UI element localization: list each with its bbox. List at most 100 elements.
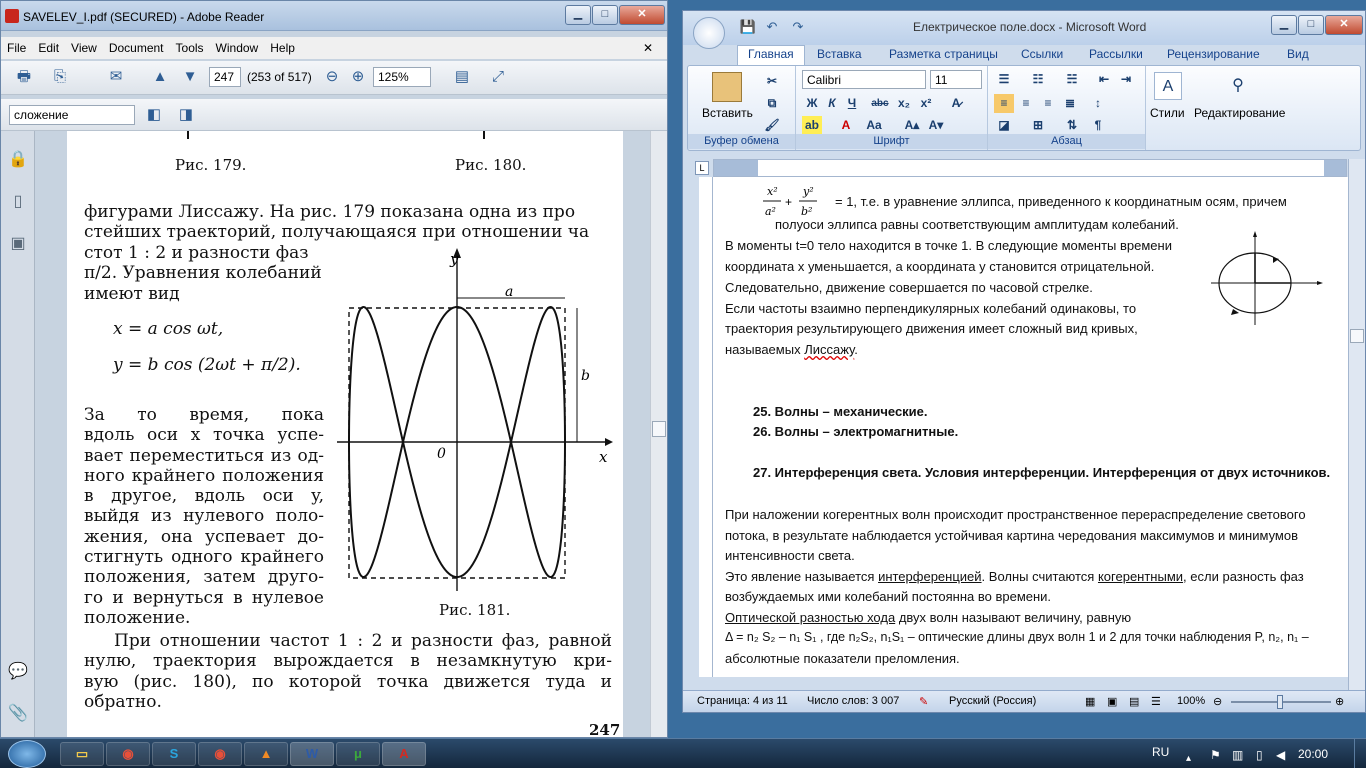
- utorrent-taskbar-icon[interactable]: μ: [336, 742, 380, 766]
- undo-icon[interactable]: ↶: [761, 17, 783, 37]
- font-name-select[interactable]: Calibri: [802, 70, 926, 89]
- decrease-indent-icon[interactable]: ⇤: [1094, 70, 1114, 89]
- status-word-count[interactable]: Число слов: 3 007: [807, 695, 899, 707]
- save-icon[interactable]: 💾: [737, 17, 759, 37]
- styles-icon[interactable]: A: [1154, 72, 1182, 100]
- multilevel-list-icon[interactable]: ☵: [1062, 70, 1082, 89]
- redo-icon[interactable]: ↷: [787, 17, 809, 37]
- tab-view[interactable]: Вид: [1287, 47, 1309, 61]
- justify-icon[interactable]: ≣: [1060, 94, 1080, 113]
- line-spacing-icon[interactable]: ↕: [1088, 94, 1108, 113]
- battery-icon[interactable]: ▯: [1256, 748, 1263, 762]
- explorer-taskbar-icon[interactable]: ▭: [60, 742, 104, 766]
- previous-page-icon[interactable]: ▲: [149, 67, 171, 87]
- close-icon[interactable]: ✕: [1325, 15, 1363, 35]
- bold-icon[interactable]: Ж: [802, 94, 822, 113]
- menu-tools[interactable]: Tools: [170, 37, 210, 55]
- copy-icon[interactable]: ⧉: [762, 94, 782, 113]
- document-vertical-scrollbar[interactable]: [1348, 159, 1365, 691]
- fit-page-icon[interactable]: ▤: [451, 67, 473, 87]
- status-language[interactable]: Русский (Россия): [949, 695, 1036, 707]
- menu-window[interactable]: Window: [210, 37, 265, 55]
- format-painter-icon[interactable]: 🖌: [762, 116, 782, 135]
- attachments-icon[interactable]: ▣: [8, 233, 28, 253]
- pdf-vertical-scrollbar[interactable]: [650, 131, 667, 737]
- word-taskbar-icon[interactable]: W: [290, 742, 334, 766]
- comments-icon[interactable]: 💬: [8, 661, 28, 681]
- zoom-in-icon[interactable]: ⊕: [1335, 695, 1344, 708]
- font-color-icon[interactable]: A: [836, 116, 856, 135]
- email-icon[interactable]: ✉: [105, 67, 127, 87]
- increase-indent-icon[interactable]: ⇥: [1116, 70, 1136, 89]
- network-icon[interactable]: ▥: [1232, 748, 1243, 762]
- volume-icon[interactable]: ◀: [1276, 748, 1285, 762]
- menu-view[interactable]: View: [65, 37, 103, 55]
- zoom-out-icon[interactable]: ⊖: [321, 67, 343, 87]
- find-previous-icon[interactable]: ◧: [143, 105, 165, 125]
- maximize-icon[interactable]: □: [592, 5, 618, 25]
- cut-icon[interactable]: ✂: [762, 72, 782, 91]
- vlc-taskbar-icon[interactable]: ▲: [244, 742, 288, 766]
- align-center-icon[interactable]: ≡: [1016, 94, 1036, 113]
- adobe-titlebar[interactable]: SAVELEV_I.pdf (SECURED) - Adobe Reader ▁…: [1, 1, 667, 31]
- chrome-taskbar-icon[interactable]: ◉: [106, 742, 150, 766]
- lock-icon[interactable]: 🔒: [8, 149, 28, 169]
- menu-close-document-icon[interactable]: ✕: [637, 37, 659, 55]
- paperclip-icon[interactable]: 📎: [8, 703, 28, 723]
- superscript-icon[interactable]: x²: [916, 94, 936, 113]
- sort-icon[interactable]: ⇅: [1062, 116, 1082, 135]
- menu-file[interactable]: File: [1, 37, 32, 55]
- minimize-icon[interactable]: ▁: [1271, 15, 1297, 35]
- tab-page-layout[interactable]: Разметка страницы: [889, 47, 998, 61]
- menu-document[interactable]: Document: [103, 37, 170, 55]
- show-marks-icon[interactable]: ¶: [1088, 116, 1108, 135]
- maximize-icon[interactable]: □: [1298, 15, 1324, 35]
- pages-icon[interactable]: ▯: [8, 191, 28, 211]
- strikethrough-icon[interactable]: abc: [870, 94, 890, 113]
- view-print-layout-icon[interactable]: ▦: [1085, 695, 1095, 708]
- horizontal-ruler[interactable]: [713, 159, 1347, 177]
- tray-expand-icon[interactable]: ▴: [1186, 753, 1191, 764]
- paste-icon[interactable]: [712, 72, 742, 102]
- status-page[interactable]: Страница: 4 из 11: [697, 695, 788, 707]
- subscript-icon[interactable]: x₂: [894, 94, 914, 113]
- menu-help[interactable]: Help: [264, 37, 301, 55]
- start-button-icon[interactable]: [8, 740, 46, 768]
- language-indicator[interactable]: RU: [1152, 745, 1169, 759]
- zoom-select[interactable]: 125%: [373, 67, 431, 87]
- scrollbar-thumb[interactable]: [652, 421, 666, 437]
- borders-icon[interactable]: ⊞: [1028, 116, 1048, 135]
- menu-edit[interactable]: Edit: [32, 37, 65, 55]
- word-titlebar[interactable]: 💾 ↶ ↷ Електрическое поле.docx - Microsof…: [683, 11, 1365, 49]
- tab-mailings[interactable]: Рассылки: [1089, 47, 1143, 61]
- page-number-input[interactable]: 247: [209, 67, 241, 87]
- tab-home[interactable]: Главная: [737, 45, 805, 65]
- editing-button[interactable]: Редактирование: [1194, 106, 1285, 120]
- adobe-taskbar-icon[interactable]: A: [382, 742, 426, 766]
- clear-formatting-icon[interactable]: A̷: [946, 94, 966, 113]
- action-center-icon[interactable]: ⚑: [1210, 748, 1221, 762]
- minimize-icon[interactable]: ▁: [565, 5, 591, 25]
- shrink-font-icon[interactable]: A▾: [926, 116, 946, 135]
- highlight-icon[interactable]: ab: [802, 116, 822, 135]
- zoom-in-icon[interactable]: ⊕: [347, 67, 369, 87]
- tab-selector-icon[interactable]: L: [695, 161, 709, 175]
- tab-review[interactable]: Рецензирование: [1167, 47, 1260, 61]
- zoom-out-icon[interactable]: ⊖: [1213, 695, 1222, 708]
- view-full-screen-icon[interactable]: ▣: [1107, 695, 1117, 708]
- paste-button[interactable]: Вставить: [702, 106, 753, 120]
- tab-insert[interactable]: Вставка: [817, 47, 862, 61]
- underline-icon[interactable]: Ч: [842, 94, 862, 113]
- align-left-icon[interactable]: ≡: [994, 94, 1014, 113]
- zoom-slider-thumb[interactable]: [1277, 695, 1283, 709]
- vertical-ruler[interactable]: [699, 177, 713, 677]
- styles-button[interactable]: Стили: [1150, 106, 1185, 120]
- font-size-select[interactable]: 11: [930, 70, 982, 89]
- grow-font-icon[interactable]: A▴: [902, 116, 922, 135]
- view-outline-icon[interactable]: ☰: [1151, 695, 1161, 708]
- print-icon[interactable]: 🖶: [13, 67, 35, 87]
- clock[interactable]: 20:00: [1298, 747, 1328, 761]
- search-input[interactable]: сложение: [9, 105, 135, 125]
- proofing-icon[interactable]: ✎: [919, 695, 928, 708]
- close-icon[interactable]: ✕: [619, 5, 665, 25]
